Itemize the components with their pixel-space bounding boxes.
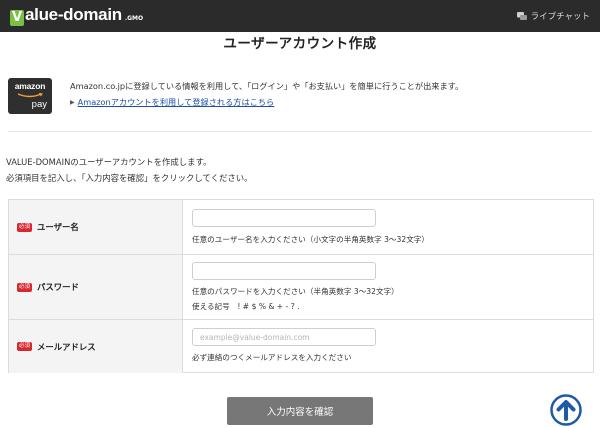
required-badge: 必須: [17, 282, 33, 292]
amazon-register-link-text: Amazonアカウントを利用して登録される方はこちら: [77, 97, 275, 107]
form-label-cell: 必須 パスワード: [9, 255, 183, 319]
top-navigation-bar: V alue-domain .GMO ライブチャット: [0, 0, 600, 32]
required-badge: 必須: [17, 222, 33, 232]
amazon-word: amazon: [14, 81, 46, 91]
intro-text-line1: VALUE-DOMAINのユーザーアカウントを作成します。: [6, 157, 212, 167]
email-label: メールアドレス: [37, 341, 96, 352]
password-input[interactable]: [192, 262, 376, 280]
intro-text-line2: 必須項目を記入し、「入力内容を確認」をクリックしてください。: [6, 173, 253, 183]
live-chat-label: ライブチャット: [530, 12, 590, 22]
username-hint: 任意のユーザー名を入力ください（小文字の半角英数字 3〜32文字）: [192, 235, 429, 244]
amazon-pay-description: Amazon.co.jpに登録している情報を利用して、「ログイン」や「お支払い」…: [70, 81, 464, 91]
registration-form: 必須 ユーザー名 任意のユーザー名を入力ください（小文字の半角英数字 3〜32文…: [8, 199, 594, 373]
form-field-cell: 任意のパスワードを入力ください（半角英数字 3〜32文字） 使える記号 ! # …: [184, 255, 593, 319]
form-row-username: 必須 ユーザー名 任意のユーザー名を入力ください（小文字の半角英数字 3〜32文…: [9, 200, 593, 255]
form-label-cell: 必須 ユーザー名: [9, 200, 183, 254]
arrow-up-circle-icon[interactable]: [550, 394, 582, 426]
password-hint: 任意のパスワードを入力ください（半角英数字 3〜32文字）: [192, 287, 399, 296]
logo-text: alue-domain: [25, 5, 122, 24]
amazon-register-link[interactable]: ▶ Amazonアカウントを利用して登録される方はこちら: [70, 96, 274, 108]
form-row-password: 必須 パスワード 任意のパスワードを入力ください（半角英数字 3〜32文字） 使…: [9, 255, 593, 320]
form-field-cell: 必ず連絡のつくメールアドレスを入力ください: [184, 320, 593, 373]
amazon-pay-word: pay: [31, 99, 47, 110]
form-row-email: 必須 メールアドレス 必ず連絡のつくメールアドレスを入力ください: [9, 320, 593, 373]
confirm-input-button[interactable]: 入力内容を確認: [227, 397, 373, 425]
password-label: パスワード: [37, 282, 79, 292]
page-title: ユーザーアカウント作成: [223, 36, 377, 52]
required-badge: 必須: [17, 342, 33, 351]
email-hint: 必ず連絡のつくメールアドレスを入力ください: [192, 353, 352, 362]
amazon-pay-logo[interactable]: amazon pay: [8, 78, 52, 114]
logo-gmo-suffix: .GMO: [124, 15, 144, 22]
amazon-smile-icon: [17, 93, 43, 98]
username-input[interactable]: [192, 209, 376, 227]
form-label-cell: 必須 メールアドレス: [9, 320, 183, 373]
logo-v-mark: V: [10, 10, 24, 26]
form-field-cell: 任意のユーザー名を入力ください（小文字の半角英数字 3〜32文字）: [184, 200, 593, 254]
password-symbols-hint: 使える記号 ! # $ % & + - ? .: [192, 302, 300, 311]
live-chat-button[interactable]: ライブチャット: [516, 10, 590, 22]
email-input[interactable]: [192, 328, 376, 346]
section-divider: [8, 131, 592, 132]
chat-icon: [516, 11, 527, 20]
triangle-right-icon: ▶: [70, 99, 75, 106]
username-label: ユーザー名: [37, 222, 79, 232]
value-domain-logo[interactable]: V alue-domain .GMO: [10, 5, 143, 27]
